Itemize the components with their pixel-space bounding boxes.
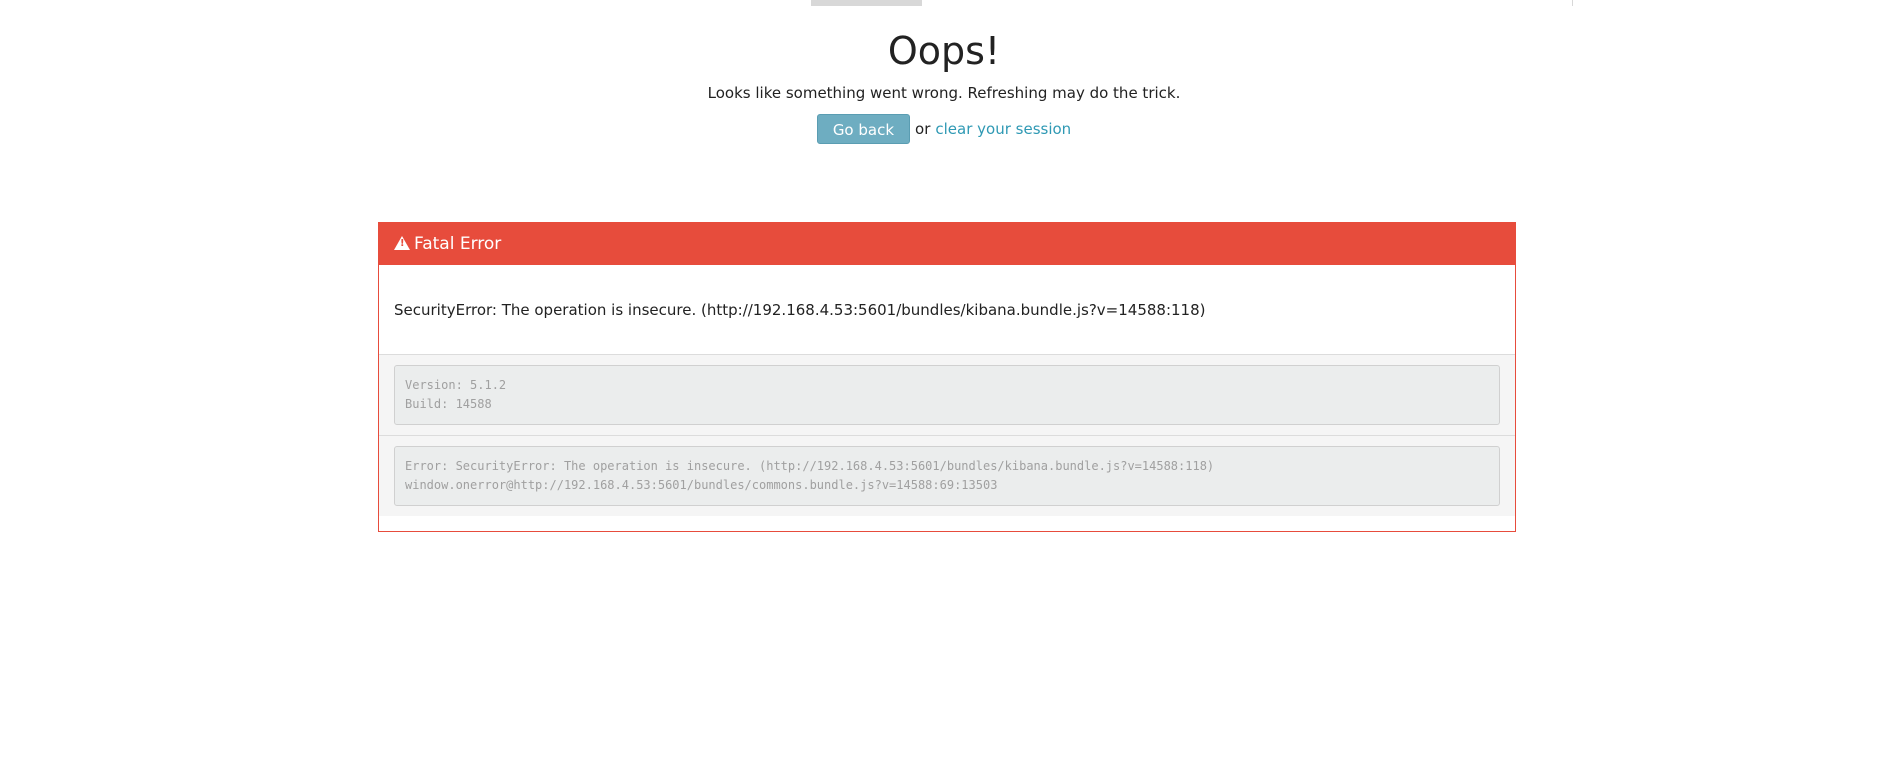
top-divider — [1572, 0, 1573, 6]
fatal-error-panel: Fatal Error SecurityError: The operation… — [378, 222, 1516, 532]
error-message: SecurityError: The operation is insecure… — [379, 265, 1515, 355]
error-header: Oops! Looks like something went wrong. R… — [0, 25, 1888, 144]
version-info-box: Version: 5.1.2 Build: 14588 — [394, 365, 1500, 425]
error-actions: Go back or clear your session — [0, 114, 1888, 144]
stack-line: window.onerror@http://192.168.4.53:5601/… — [405, 478, 998, 492]
clear-session-link[interactable]: clear your session — [935, 114, 1071, 144]
warning-icon — [394, 236, 410, 250]
panel-heading: Fatal Error — [379, 223, 1515, 265]
stack-section: Error: SecurityError: The operation is i… — [379, 436, 1515, 516]
top-tab-indicator — [811, 0, 922, 6]
stack-line: Error: SecurityError: The operation is i… — [405, 459, 1215, 473]
stack-trace-box: Error: SecurityError: The operation is i… — [394, 446, 1500, 506]
page-subtitle: Looks like something went wrong. Refresh… — [707, 84, 1181, 102]
error-page: Oops! Looks like something went wrong. R… — [0, 0, 1888, 777]
or-text: or — [915, 120, 931, 138]
go-back-button[interactable]: Go back — [816, 114, 911, 144]
version-line: Version: 5.1.2 — [405, 378, 507, 392]
panel-heading-label: Fatal Error — [414, 234, 502, 254]
version-section: Version: 5.1.2 Build: 14588 — [379, 355, 1515, 436]
build-line: Build: 14588 — [405, 397, 492, 411]
error-message-text: SecurityError: The operation is insecure… — [394, 300, 1206, 319]
page-title: Oops! — [887, 29, 1001, 73]
